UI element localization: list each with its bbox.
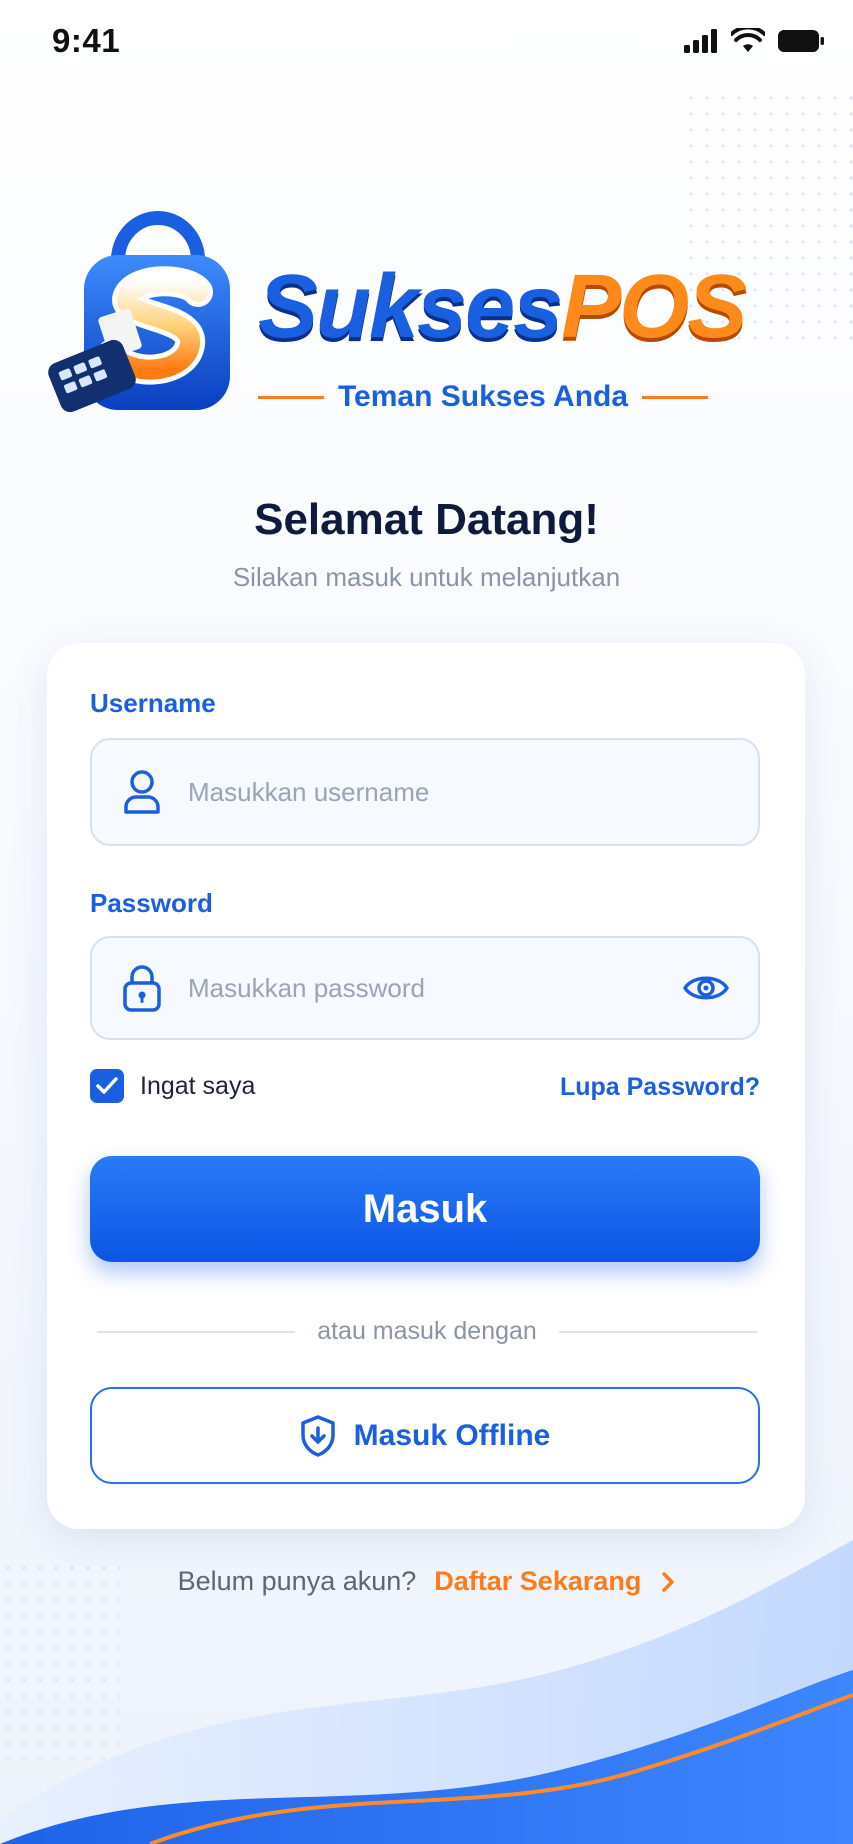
divider: atau masuk dengan xyxy=(97,1317,758,1346)
divider-line-left xyxy=(97,1330,296,1333)
password-field[interactable] xyxy=(90,936,760,1040)
divider-line-right xyxy=(558,1330,758,1333)
remember-label: Ingat saya xyxy=(140,1071,256,1100)
eye-icon[interactable] xyxy=(682,966,730,1010)
tagline-line-left xyxy=(258,395,324,399)
brand-name-part1: Sukses xyxy=(256,257,564,357)
lock-icon xyxy=(120,965,164,1012)
username-field[interactable] xyxy=(90,738,760,846)
wifi-icon xyxy=(731,28,765,52)
password-label: Password xyxy=(90,888,213,918)
divider-text: atau masuk dengan xyxy=(317,1317,537,1345)
forgot-password-link[interactable]: Lupa Password? xyxy=(560,1073,760,1102)
brand-tagline: Teman Sukses Anda xyxy=(258,380,709,414)
tagline-text: Teman Sukses Anda xyxy=(337,380,629,413)
welcome-title: Selamat Datang! xyxy=(254,495,599,544)
password-input[interactable] xyxy=(186,971,660,1005)
welcome-subtitle: Silakan masuk untuk melanjutkan xyxy=(232,562,621,592)
status-time: 9:41 xyxy=(52,22,121,59)
user-icon xyxy=(120,770,164,814)
username-input[interactable] xyxy=(186,775,730,809)
login-card: Username Password xyxy=(47,643,805,1529)
remember-checkbox[interactable] xyxy=(90,1069,124,1103)
username-label: Username xyxy=(90,688,216,718)
brand-name-part2: POS xyxy=(560,257,749,357)
logo-icon xyxy=(48,211,230,413)
shield-icon xyxy=(300,1414,335,1457)
status-icons xyxy=(683,28,825,54)
offline-login-label: Masuk Offline xyxy=(353,1418,551,1452)
remember-me[interactable]: Ingat saya xyxy=(90,1069,255,1103)
check-icon xyxy=(96,1077,118,1094)
wave-decoration xyxy=(0,1540,853,1844)
signal-icon xyxy=(684,29,717,53)
battery-icon xyxy=(778,30,824,52)
tagline-line-right xyxy=(642,395,709,399)
brand-name: SuksesPOS xyxy=(256,261,748,354)
offline-login-button[interactable]: Masuk Offline xyxy=(90,1387,760,1484)
login-button[interactable]: Masuk xyxy=(90,1156,760,1262)
